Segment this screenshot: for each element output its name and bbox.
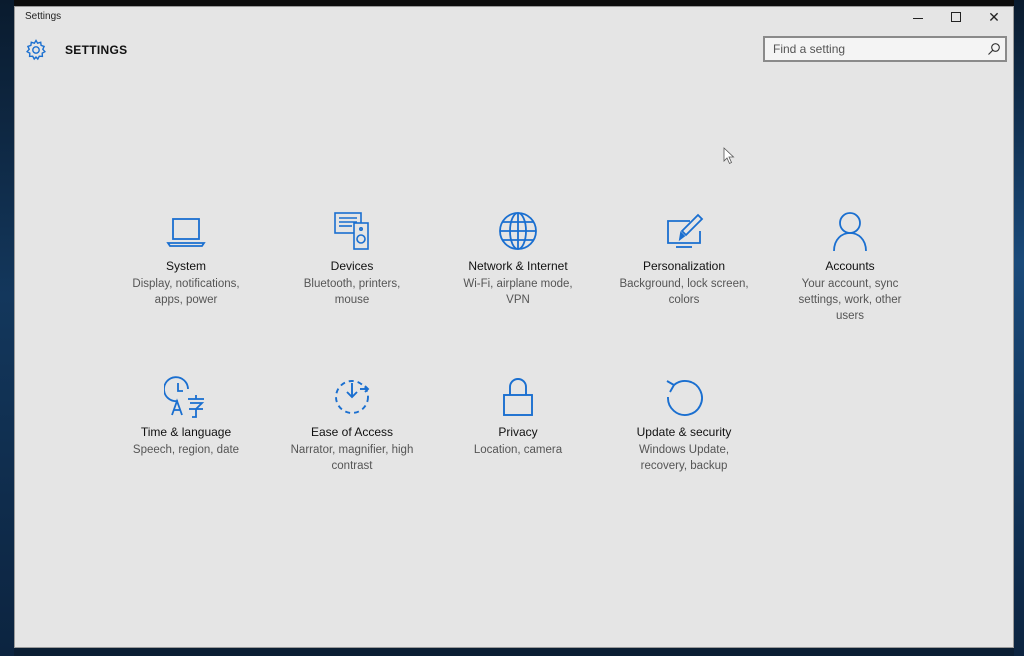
tile-title: Time & language — [140, 425, 232, 439]
tile-description: Windows Update, recovery, backup — [638, 444, 730, 472]
tile-description: Bluetooth, printers, mouse — [303, 278, 401, 306]
tile-title: Network & Internet — [468, 259, 568, 273]
laptop-icon — [166, 218, 206, 247]
tile-description: Wi-Fi, airplane mode, VPN — [463, 278, 573, 306]
tile-title: Accounts — [825, 259, 875, 273]
tile-privacy[interactable]: Privacy Location, camera — [443, 375, 593, 458]
desktop-background-right — [1014, 0, 1024, 656]
devices-icon — [334, 212, 369, 250]
page-title: SETTINGS — [65, 43, 128, 57]
tile-system[interactable]: System Display, notifications, apps, pow… — [111, 209, 261, 308]
tile-ease-of-access[interactable]: Ease of Access Narrator, magnifier, high… — [277, 375, 427, 474]
title-bar[interactable]: Settings ✕ — [15, 7, 1013, 29]
update-icon — [666, 380, 703, 416]
search-input[interactable] — [765, 38, 983, 60]
close-button[interactable]: ✕ — [975, 7, 1013, 27]
personalization-icon — [667, 213, 704, 248]
tile-title: Update & security — [636, 425, 732, 439]
tile-accounts[interactable]: Accounts Your account, sync settings, wo… — [775, 209, 925, 324]
maximize-button[interactable] — [937, 7, 975, 27]
tile-description: Display, notifications, apps, power — [132, 278, 240, 306]
desktop-background — [0, 0, 14, 656]
tile-network-internet[interactable]: Network & Internet Wi-Fi, airplane mode,… — [443, 209, 593, 308]
ease-of-access-icon — [335, 380, 370, 414]
minimize-button[interactable] — [899, 7, 937, 27]
tile-personalization[interactable]: Personalization Background, lock screen,… — [609, 209, 759, 308]
tile-title: Ease of Access — [310, 425, 394, 439]
person-icon — [833, 212, 867, 252]
time-language-icon — [164, 376, 205, 418]
tile-title: Personalization — [642, 259, 726, 273]
tile-description: Narrator, magnifier, high contrast — [290, 444, 414, 472]
lock-icon — [503, 378, 533, 416]
tile-update-security[interactable]: Update & security Windows Update, recove… — [609, 375, 759, 474]
search-icon[interactable] — [987, 42, 1001, 56]
tile-description: Speech, region, date — [132, 444, 240, 456]
mouse-cursor-icon — [723, 147, 735, 165]
search-box[interactable] — [763, 36, 1007, 62]
tile-title: System — [165, 259, 206, 273]
tile-devices[interactable]: Devices Bluetooth, printers, mouse — [277, 209, 427, 308]
minimize-icon — [913, 17, 923, 19]
close-icon: ✕ — [988, 8, 1000, 25]
tile-time-language[interactable]: Time & language Speech, region, date — [111, 375, 261, 458]
globe-icon — [499, 212, 537, 250]
window-title: Settings — [25, 11, 62, 22]
gear-icon — [26, 39, 46, 61]
maximize-icon — [951, 12, 961, 22]
settings-window: Settings ✕ SETTINGS Find a setting Syste… — [14, 6, 1014, 648]
tile-title: Devices — [330, 259, 374, 273]
tile-description: Location, camera — [473, 444, 563, 456]
tile-description: Your account, sync settings, work, other… — [798, 278, 902, 322]
settings-header: SETTINGS — [15, 33, 1013, 69]
tile-title: Privacy — [498, 425, 538, 439]
tile-description: Background, lock screen, colors — [619, 278, 749, 306]
